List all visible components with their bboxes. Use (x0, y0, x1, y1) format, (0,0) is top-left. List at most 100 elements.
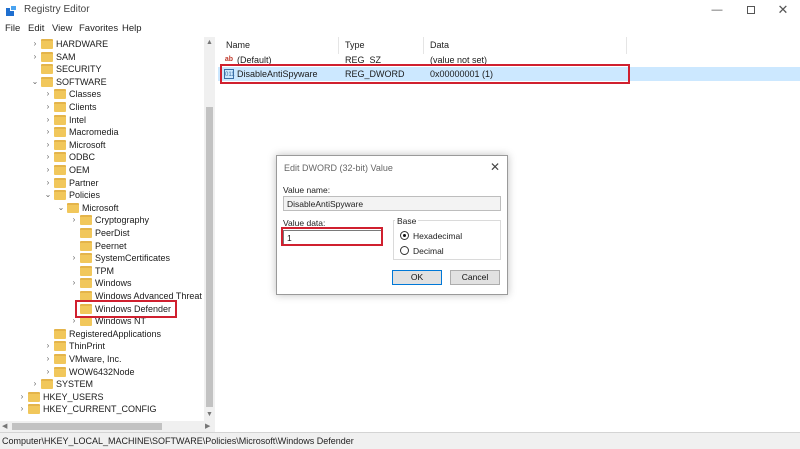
tree-item[interactable]: › Partner (0, 177, 204, 190)
menu-favorites[interactable]: Favorites (79, 23, 118, 34)
tree-item[interactable]: › WOW6432Node (0, 366, 204, 379)
tree-item[interactable]: › Microsoft (0, 139, 204, 152)
window-title: Registry Editor (24, 4, 90, 15)
tree-item-label: ThinPrint (69, 341, 106, 352)
tree-item[interactable]: › VMware, Inc. (0, 353, 204, 366)
hscroll-thumb[interactable] (12, 423, 162, 430)
hexadecimal-label[interactable]: Hexadecimal (413, 231, 462, 241)
scroll-right-arrow-icon[interactable]: ▶ (205, 422, 210, 430)
collapsed-chevron-icon[interactable]: › (70, 317, 78, 325)
folder-icon (41, 64, 53, 75)
column-header-data[interactable]: Data (430, 40, 449, 50)
scroll-down-arrow-icon[interactable]: ▼ (206, 411, 213, 419)
tree-item[interactable]: › HKEY_CURRENT_CONFIG (0, 403, 204, 416)
folder-icon (28, 404, 40, 415)
tree-item[interactable]: › SAM (0, 51, 204, 64)
tree-item[interactable]: › ODBC (0, 151, 204, 164)
collapsed-chevron-icon[interactable]: › (70, 216, 78, 224)
tree-item[interactable]: ⌄ Policies (0, 189, 204, 202)
menu-edit[interactable]: Edit (28, 23, 44, 34)
tree-item[interactable]: › SystemCertificates (0, 252, 204, 265)
tree-item[interactable]: › HARDWARE (0, 38, 204, 51)
tree-item[interactable]: RegisteredApplications (0, 328, 204, 341)
column-separator[interactable] (423, 37, 424, 54)
tree-item[interactable]: › HKEY_USERS (0, 391, 204, 404)
collapsed-chevron-icon[interactable]: › (44, 90, 52, 98)
folder-icon (54, 177, 66, 188)
tree-item[interactable]: › Classes (0, 88, 204, 101)
tree-item[interactable]: › Cryptography (0, 214, 204, 227)
tree-item-label: Microsoft (69, 139, 106, 150)
close-button[interactable]: ✕ (766, 0, 800, 21)
collapsed-chevron-icon[interactable]: › (44, 166, 52, 174)
collapsed-chevron-icon[interactable]: › (44, 103, 52, 111)
scroll-left-arrow-icon[interactable]: ◀ (2, 422, 7, 430)
minimize-button[interactable]: — (700, 0, 734, 21)
collapsed-chevron-icon[interactable]: › (44, 355, 52, 363)
column-separator[interactable] (626, 37, 627, 54)
decimal-label[interactable]: Decimal (413, 246, 444, 256)
folder-icon (80, 240, 92, 251)
column-header-type[interactable]: Type (345, 40, 365, 50)
column-separator[interactable] (338, 37, 339, 54)
folder-icon (54, 354, 66, 364)
folder-icon (41, 76, 53, 87)
tree-item[interactable]: Peernet (0, 240, 204, 253)
folder-icon (80, 228, 92, 238)
tree-vertical-scrollbar[interactable]: ▲ ▼ (204, 37, 215, 421)
collapsed-chevron-icon[interactable]: › (44, 140, 52, 149)
tree-item-label: Partner (69, 177, 99, 188)
collapsed-chevron-icon[interactable]: › (31, 380, 39, 388)
maximize-button[interactable] (734, 0, 768, 21)
tree-item[interactable]: › Intel (0, 114, 204, 127)
collapsed-chevron-icon[interactable]: › (44, 128, 52, 136)
tree-item[interactable]: SECURITY (0, 63, 204, 76)
tree-item-label: Cryptography (95, 215, 150, 226)
collapsed-chevron-icon[interactable]: › (44, 342, 52, 350)
base-group: Hexadecimal Decimal (393, 220, 501, 260)
expanded-chevron-icon[interactable]: ⌄ (31, 77, 39, 86)
cancel-button[interactable]: Cancel (450, 270, 500, 285)
collapsed-chevron-icon[interactable]: › (31, 52, 39, 61)
tree-item[interactable]: › OEM (0, 164, 204, 177)
collapsed-chevron-icon[interactable]: › (44, 153, 52, 161)
collapsed-chevron-icon[interactable]: › (44, 367, 52, 376)
scroll-up-arrow-icon[interactable]: ▲ (206, 39, 213, 47)
tree-horizontal-scrollbar[interactable]: ◀ ▶ (0, 421, 215, 432)
tree-item[interactable]: PeerDist (0, 227, 204, 240)
collapsed-chevron-icon[interactable]: › (31, 40, 39, 48)
dialog-close-button[interactable]: ✕ (490, 160, 500, 174)
collapsed-chevron-icon[interactable]: › (18, 405, 26, 413)
collapsed-chevron-icon[interactable]: › (70, 279, 78, 287)
column-header-name[interactable]: Name (226, 40, 250, 50)
tree-item[interactable]: ⌄ SOFTWARE (0, 76, 204, 89)
collapsed-chevron-icon[interactable]: › (70, 254, 78, 262)
ok-button[interactable]: OK (392, 270, 442, 285)
tree-item[interactable]: › Windows (0, 277, 204, 290)
collapsed-chevron-icon[interactable]: › (44, 115, 52, 124)
menu-file[interactable]: File (5, 23, 20, 34)
tree-item[interactable]: › SYSTEM (0, 378, 204, 391)
hexadecimal-radio[interactable] (400, 231, 409, 240)
key-path: Computer\HKEY_LOCAL_MACHINE\SOFTWARE\Pol… (2, 436, 354, 446)
registry-key-tree[interactable]: › HARDWARE › SAM SECURITY ⌄ SOFTWARE › Classes › C… (0, 37, 215, 421)
value-highlight-box (220, 64, 630, 84)
tree-item-label: SAM (56, 51, 76, 62)
tree-item[interactable]: › Macromedia (0, 126, 204, 139)
expanded-chevron-icon[interactable]: ⌄ (57, 203, 65, 212)
menu-help[interactable]: Help (122, 23, 142, 34)
collapsed-chevron-icon[interactable]: › (18, 392, 26, 401)
folder-icon (80, 278, 92, 289)
expanded-chevron-icon[interactable]: ⌄ (44, 191, 52, 199)
folder-icon (54, 152, 66, 163)
decimal-radio[interactable] (400, 246, 409, 255)
tree-item[interactable]: › Clients (0, 101, 204, 114)
menu-view[interactable]: View (52, 23, 72, 34)
folder-icon (54, 341, 66, 352)
folder-icon (54, 114, 66, 125)
collapsed-chevron-icon[interactable]: › (44, 178, 52, 187)
tree-item[interactable]: › ThinPrint (0, 340, 204, 353)
tree-item[interactable]: TPM (0, 265, 204, 278)
scroll-thumb[interactable] (206, 107, 213, 407)
tree-item[interactable]: ⌄ Microsoft (0, 202, 204, 215)
